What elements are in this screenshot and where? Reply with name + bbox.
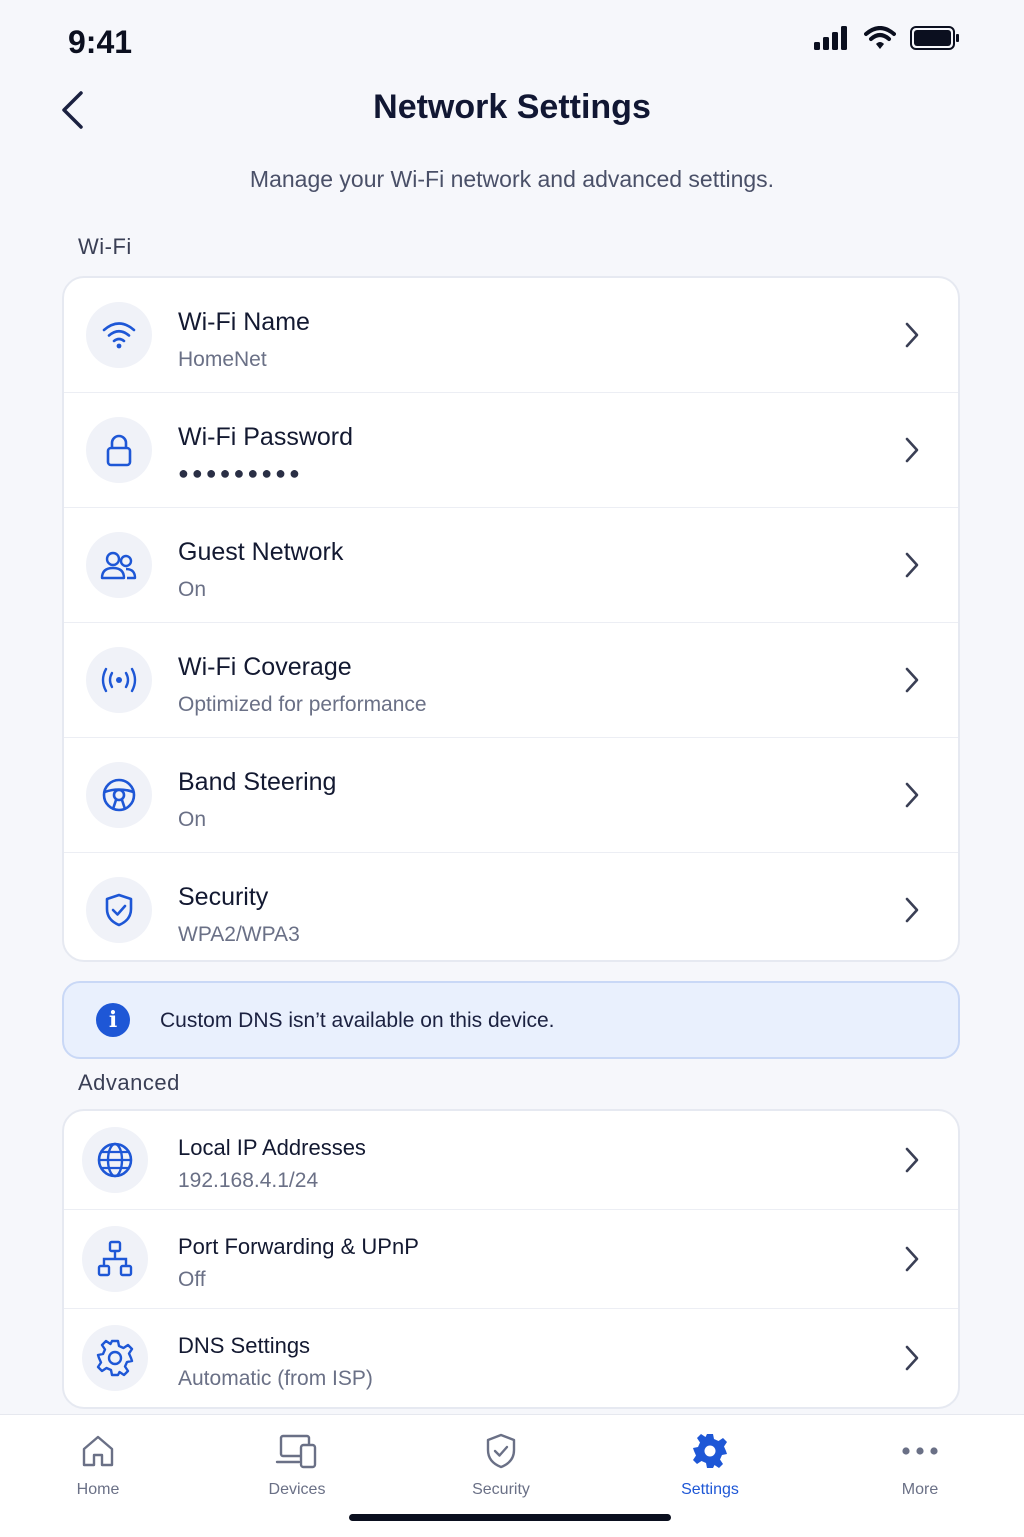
home-icon [82, 1435, 114, 1467]
row-value: WPA2/WPA3 [178, 923, 300, 946]
row-value: 192.168.4.1/24 [178, 1169, 319, 1192]
network-tree-icon [82, 1226, 148, 1292]
page-title: Network Settings [373, 88, 651, 126]
row-value: On [178, 808, 207, 831]
row-title: Band Steering [178, 768, 337, 796]
lock-icon [86, 417, 152, 483]
cellular-signal-icon [814, 26, 847, 50]
row-value: HomeNet [178, 348, 267, 371]
row-title: Local IP Addresses [178, 1135, 366, 1160]
section-title-advanced: Advanced [78, 1070, 180, 1095]
gear-icon [82, 1325, 148, 1391]
shield-icon [486, 1433, 516, 1469]
devices-icon [275, 1434, 317, 1469]
chevron-right-icon [905, 1246, 919, 1272]
tab-devices[interactable]: Devices [227, 1429, 367, 1499]
tab-label: Home [76, 1481, 120, 1498]
settings-row-guest-network[interactable]: Guest Network On [64, 508, 958, 623]
settings-row-security[interactable]: Security WPA2/WPA3 [64, 853, 958, 960]
tab-settings[interactable]: Settings [640, 1429, 780, 1499]
page-subtitle: Manage your Wi-Fi network and advanced s… [249, 166, 775, 192]
row-title: Port Forwarding & UPnP [178, 1234, 419, 1259]
row-value: Off [178, 1268, 206, 1291]
settings-row-dns[interactable]: DNS Settings Automatic (from ISP) [64, 1309, 958, 1407]
chevron-right-icon [905, 1147, 919, 1173]
home-indicator[interactable] [349, 1514, 671, 1521]
notice-text: Custom DNS isn’t available on this devic… [160, 1009, 555, 1032]
globe-icon [82, 1127, 148, 1193]
steering-wheel-icon [86, 762, 152, 828]
chevron-right-icon [905, 437, 919, 463]
status-time: 9:41 [68, 24, 133, 60]
section-title-wifi: Wi-Fi [78, 234, 132, 259]
settings-row-port-forwarding[interactable]: Port Forwarding & UPnP Off [64, 1210, 958, 1309]
chevron-right-icon [905, 322, 919, 348]
battery-icon [910, 26, 959, 50]
tab-security[interactable]: Security [431, 1429, 571, 1499]
status-icons [814, 26, 960, 50]
settings-row-wifi-name[interactable]: Wi-Fi Name HomeNet [64, 278, 958, 393]
broadcast-icon [86, 647, 152, 713]
wifi-icon [86, 302, 152, 368]
status-bar: 9:41 [0, 0, 1024, 80]
wifi-settings-card: Wi-Fi Name HomeNet Wi-Fi Password ●●●●●●… [62, 276, 960, 962]
settings-row-local-ip[interactable]: Local IP Addresses 192.168.4.1/24 [64, 1111, 958, 1210]
tab-more[interactable]: More [850, 1429, 990, 1499]
chevron-right-icon [905, 897, 919, 923]
tab-home[interactable]: Home [28, 1429, 168, 1499]
row-value: Optimized for performance [178, 693, 427, 716]
dns-notice-banner: i Custom DNS isn’t available on this dev… [62, 981, 960, 1059]
password-mask: ●●●●●●●●● [178, 463, 303, 483]
shield-check-icon [86, 877, 152, 943]
row-title: Guest Network [178, 538, 344, 566]
tab-label: Devices [268, 1481, 326, 1498]
advanced-settings-card: Local IP Addresses 192.168.4.1/24 Port F… [62, 1109, 960, 1409]
users-icon [86, 532, 152, 598]
row-title: Wi-Fi Password [178, 423, 354, 451]
settings-row-band-steering[interactable]: Band Steering On [64, 738, 958, 853]
row-title: Security [178, 883, 269, 911]
settings-row-wifi-coverage[interactable]: Wi-Fi Coverage Optimized for performance [64, 623, 958, 738]
row-value: Automatic (from ISP) [178, 1367, 373, 1390]
wifi-status-icon [864, 26, 896, 49]
row-title: Wi-Fi Name [178, 308, 310, 336]
info-icon: i [96, 1003, 130, 1037]
row-title: DNS Settings [178, 1333, 311, 1358]
tab-label: Security [472, 1481, 530, 1498]
gear-icon [693, 1434, 727, 1468]
chevron-right-icon [905, 667, 919, 693]
tab-label: More [901, 1481, 939, 1498]
row-value: On [178, 578, 207, 601]
more-icon [902, 1447, 938, 1455]
row-title: Wi-Fi Coverage [178, 653, 352, 681]
settings-row-wifi-password[interactable]: Wi-Fi Password ●●●●●●●●● [64, 393, 958, 508]
tab-label: Settings [681, 1481, 739, 1498]
chevron-right-icon [905, 1345, 919, 1371]
chevron-right-icon [905, 552, 919, 578]
chevron-right-icon [905, 782, 919, 808]
